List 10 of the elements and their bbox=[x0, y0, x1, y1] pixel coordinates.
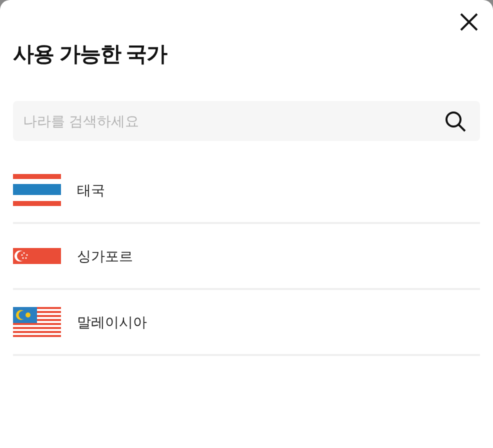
flag-icon bbox=[13, 248, 61, 264]
search-icon[interactable] bbox=[445, 111, 466, 132]
country-name[interactable]: 태국 bbox=[77, 180, 105, 200]
search-field[interactable]: 나라를 검색하세요 bbox=[13, 101, 480, 141]
country-name[interactable]: 말레이시아 bbox=[77, 312, 147, 332]
dialog-title: 사용 가능한 국가 bbox=[13, 42, 168, 68]
flag-icon bbox=[13, 307, 61, 337]
flag-icon bbox=[13, 174, 61, 206]
close-button[interactable] bbox=[459, 12, 479, 32]
country-name[interactable]: 싱가포르 bbox=[77, 246, 133, 266]
